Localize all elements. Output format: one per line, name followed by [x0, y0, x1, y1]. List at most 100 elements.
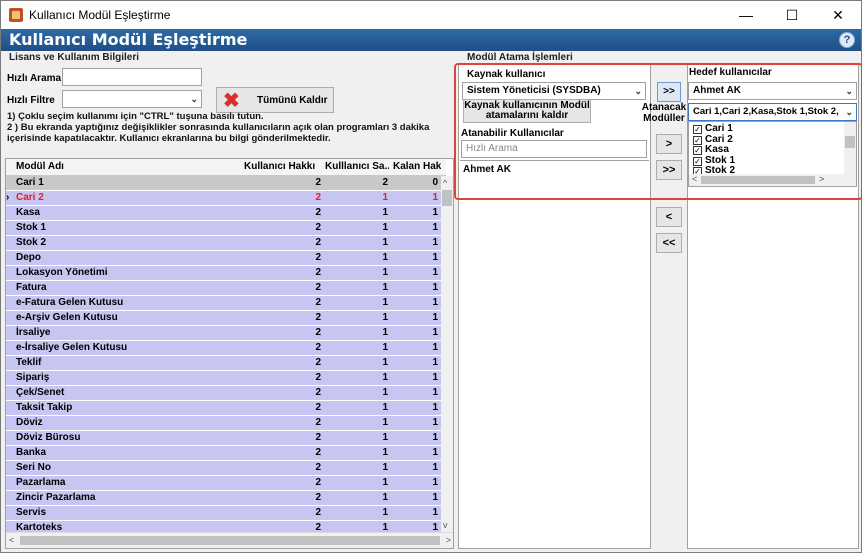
row-indicator-icon: › — [6, 192, 10, 203]
close-button[interactable]: ✕ — [815, 1, 861, 29]
table-cell: 2 — [315, 447, 321, 458]
table-row[interactable]: Taksit Takip 2 1 1 — [6, 401, 442, 416]
col-remaining[interactable]: Kalan Hak — [393, 161, 441, 172]
table-cell: 1 — [432, 447, 438, 458]
table-cell: 2 — [315, 207, 321, 218]
table-row[interactable]: Döviz 2 1 1 — [6, 416, 442, 431]
table-cell: 1 — [382, 267, 388, 278]
table-cell: 1 — [382, 417, 388, 428]
grid-vertical-scrollbar[interactable]: ^ v — [441, 176, 453, 532]
remove-all-button[interactable]: ✖ Tümünü Kaldır — [216, 87, 334, 113]
table-cell: 1 — [382, 342, 388, 353]
scroll-right-icon[interactable]: > — [446, 535, 451, 545]
table-row[interactable]: Stok 2 2 1 1 — [6, 236, 442, 251]
maximize-button[interactable]: ☐ — [769, 1, 815, 29]
table-cell: Cari 2 — [16, 192, 44, 203]
info-line-1: 1) Çoklu seçim kullanımı için "CTRL" tuş… — [7, 111, 264, 122]
table-row[interactable]: e-Arşiv Gelen Kutusu 2 1 1 — [6, 311, 442, 326]
table-cell: 1 — [382, 387, 388, 398]
scroll-down-icon[interactable]: v — [443, 520, 448, 530]
remove-one-button[interactable]: < — [656, 207, 682, 227]
table-cell: 1 — [432, 492, 438, 503]
module-grid[interactable]: Modül Adı Kullanıcı Hakkı Kulllanıcı Sa.… — [5, 158, 454, 549]
table-row[interactable]: Zincir Pazarlama 2 1 1 — [6, 491, 442, 506]
help-icon[interactable]: ? — [839, 32, 855, 48]
table-cell: Seri No — [16, 462, 52, 473]
table-row[interactable]: Pazarlama 2 1 1 — [6, 476, 442, 491]
table-cell: Zincir Pazarlama — [16, 492, 96, 503]
page-title: Kullanıcı Modül Eşleştirme — [9, 30, 248, 49]
table-row[interactable]: Stok 1 2 1 1 — [6, 221, 442, 236]
table-row[interactable]: e-Fatura Gelen Kutusu 2 1 1 — [6, 296, 442, 311]
table-cell: 1 — [382, 327, 388, 338]
table-cell: 2 — [315, 357, 321, 368]
table-cell: 2 — [315, 417, 321, 428]
remove-all-users-button[interactable]: << — [656, 233, 682, 253]
info-line-3: içerisinde kapatılacaktır. Kullanıcı ekr… — [7, 133, 331, 144]
table-cell: 2 — [315, 372, 321, 383]
col-user-count[interactable]: Kulllanıcı Sa... — [325, 161, 389, 172]
title-bar: Kullanıcı Modül Eşleştirme — ☐ ✕ — [1, 1, 861, 29]
grid-rows: Cari 1 2 2 0 › Cari 2 2 1 1 Kasa 2 1 1 Stok 1 2 1 1 Stok … — [6, 176, 442, 536]
table-row[interactable]: Döviz Bürosu 2 1 1 — [6, 431, 442, 446]
table-row[interactable]: Sipariş 2 1 1 — [6, 371, 442, 386]
app-icon — [9, 8, 23, 22]
info-line-2: 2 ) Bu ekranda yaptığınız değişiklikler … — [7, 122, 430, 133]
table-row[interactable]: e-İrsaliye Gelen Kutusu 2 1 1 — [6, 341, 442, 356]
table-row[interactable]: Cari 1 2 2 0 — [6, 176, 442, 191]
table-cell: 1 — [382, 222, 388, 233]
col-module-name[interactable]: Modül Adı — [16, 161, 236, 172]
table-cell: 2 — [315, 387, 321, 398]
assignment-section-title: Modül Atama İşlemleri — [467, 52, 573, 63]
table-cell: 1 — [432, 372, 438, 383]
table-cell: Döviz — [16, 417, 43, 428]
horizontal-scroll-thumb[interactable] — [20, 536, 440, 545]
table-row[interactable]: › Cari 2 2 1 1 — [6, 191, 442, 206]
table-cell: Kasa — [16, 207, 40, 218]
table-row[interactable]: Depo 2 1 1 — [6, 251, 442, 266]
table-cell: Stok 1 — [16, 222, 47, 233]
table-cell: 1 — [382, 507, 388, 518]
grid-header: Modül Adı Kullanıcı Hakkı Kulllanıcı Sa.… — [6, 159, 446, 176]
table-cell: 2 — [315, 267, 321, 278]
table-cell: 1 — [382, 357, 388, 368]
quick-filter-label: Hızlı Filtre — [7, 95, 55, 106]
table-cell: 1 — [382, 297, 388, 308]
table-row[interactable]: Banka 2 1 1 — [6, 446, 442, 461]
table-cell: 1 — [432, 282, 438, 293]
scroll-left-icon[interactable]: < — [9, 535, 14, 545]
table-cell: 1 — [382, 402, 388, 413]
table-cell: 1 — [432, 387, 438, 398]
table-row[interactable]: Servis 2 1 1 — [6, 506, 442, 521]
table-cell: 1 — [382, 477, 388, 488]
table-cell: 1 — [432, 342, 438, 353]
table-cell: e-Arşiv Gelen Kutusu — [16, 312, 118, 323]
table-row[interactable]: Seri No 2 1 1 — [6, 461, 442, 476]
table-cell: 0 — [432, 177, 438, 188]
table-cell: e-Fatura Gelen Kutusu — [16, 297, 124, 308]
chevron-down-icon: ⌄ — [190, 94, 198, 104]
table-cell: 2 — [315, 507, 321, 518]
table-row[interactable]: İrsaliye 2 1 1 — [6, 326, 442, 341]
table-row[interactable]: Kasa 2 1 1 — [6, 206, 442, 221]
col-user-right[interactable]: Kullanıcı Hakkı — [244, 161, 322, 172]
scroll-up-icon[interactable]: ^ — [443, 178, 447, 188]
table-cell: 1 — [432, 297, 438, 308]
quick-filter-select[interactable]: ⌄ — [62, 90, 202, 108]
table-cell: 1 — [382, 372, 388, 383]
table-cell: Çek/Senet — [16, 387, 65, 398]
grid-horizontal-scrollbar[interactable]: < > — [6, 532, 453, 548]
table-row[interactable]: Çek/Senet 2 1 1 — [6, 386, 442, 401]
table-row[interactable]: Fatura 2 1 1 — [6, 281, 442, 296]
table-row[interactable]: Lokasyon Yönetimi 2 1 1 — [6, 266, 442, 281]
table-cell: e-İrsaliye Gelen Kutusu — [16, 342, 128, 353]
minimize-button[interactable]: — — [723, 1, 769, 29]
quick-search-input[interactable] — [62, 68, 202, 86]
table-row[interactable]: Teklif 2 1 1 — [6, 356, 442, 371]
vertical-scroll-thumb[interactable] — [442, 190, 452, 206]
table-cell: 2 — [315, 312, 321, 323]
table-cell: 1 — [432, 462, 438, 473]
remove-all-label: Tümünü Kaldır — [257, 95, 328, 106]
table-cell: 1 — [432, 237, 438, 248]
table-cell: 2 — [315, 282, 321, 293]
